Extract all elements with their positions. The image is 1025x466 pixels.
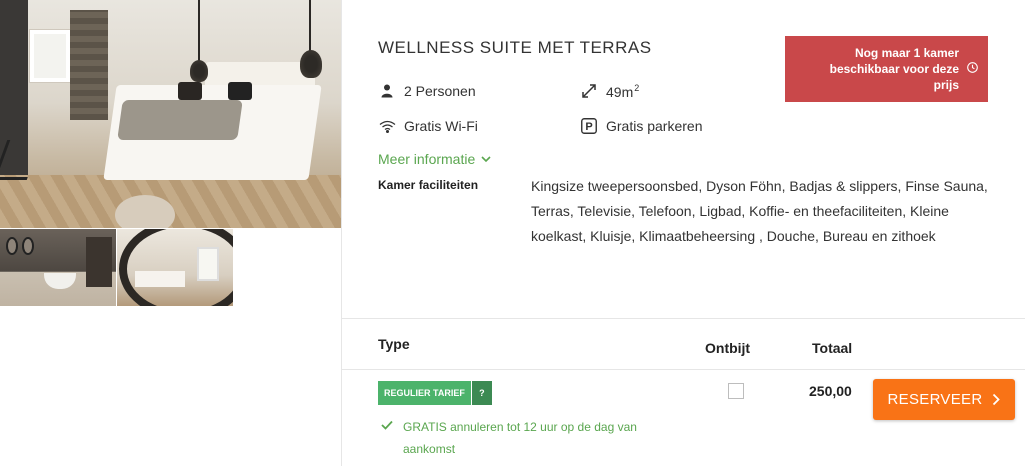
availability-alert: Nog maar 1 kamer beschikbaar voor deze p…: [785, 36, 988, 102]
column-header-type: Type: [378, 336, 410, 352]
svg-text:P: P: [585, 121, 592, 133]
room-title: WELLNESS SUITE MET TERRAS: [378, 38, 652, 57]
feature-persons-label: 2 Personen: [404, 83, 476, 99]
feature-size: 49m2: [580, 82, 639, 100]
room-thumbnail-bedroom[interactable]: [117, 229, 233, 306]
more-info-label: Meer informatie: [378, 151, 476, 167]
facilities-text: Kingsize tweepersoonsbed, Dyson Föhn, Ba…: [531, 178, 988, 244]
rate-price: 250,00: [809, 383, 852, 399]
room-gallery: [0, 0, 342, 466]
feature-parking: P Gratis parkeren: [580, 117, 702, 135]
reserve-button-label: RESERVEER: [887, 391, 983, 408]
rate-help-button[interactable]: ?: [471, 381, 492, 405]
column-header-total: Totaal: [812, 340, 853, 356]
column-divider: [341, 0, 342, 466]
rate-badge-label: REGULIER TARIEF: [378, 381, 471, 405]
facilities-label: Kamer faciliteiten: [378, 178, 479, 192]
chevron-right-icon: [992, 393, 1001, 406]
chevron-down-icon: [481, 155, 491, 163]
feature-parking-label: Gratis parkeren: [606, 118, 703, 134]
person-icon: [378, 82, 396, 100]
feature-wifi-label: Gratis Wi-Fi: [404, 118, 478, 134]
cancellation-text: GRATIS annuleren tot 12 uur op de dag va…: [403, 420, 637, 456]
availability-alert-text: Nog maar 1 kamer beschikbaar voor deze p…: [829, 46, 959, 92]
checkmark-icon: [381, 420, 393, 460]
breakfast-checkbox[interactable]: [728, 383, 744, 399]
wifi-icon: [378, 117, 396, 135]
room-thumbnail-bathroom[interactable]: [0, 229, 116, 306]
feature-persons: 2 Personen: [378, 82, 476, 100]
feature-size-label: 49m2: [606, 82, 640, 100]
parking-icon: P: [580, 117, 598, 135]
column-header-breakfast: Ontbijt: [705, 340, 751, 356]
table-divider-header: [342, 369, 1025, 370]
table-divider-top: [342, 318, 1025, 319]
more-info-toggle[interactable]: Meer informatie: [378, 151, 491, 167]
expand-arrows-icon: [580, 82, 598, 100]
feature-wifi: Gratis Wi-Fi: [378, 117, 478, 135]
rate-badge: REGULIER TARIEF ?: [378, 381, 492, 405]
clock-icon: [967, 62, 978, 76]
room-main-photo[interactable]: [0, 0, 341, 228]
reserve-button[interactable]: RESERVEER: [873, 379, 1015, 420]
cancellation-note: GRATIS annuleren tot 12 uur op de dag va…: [381, 416, 681, 460]
